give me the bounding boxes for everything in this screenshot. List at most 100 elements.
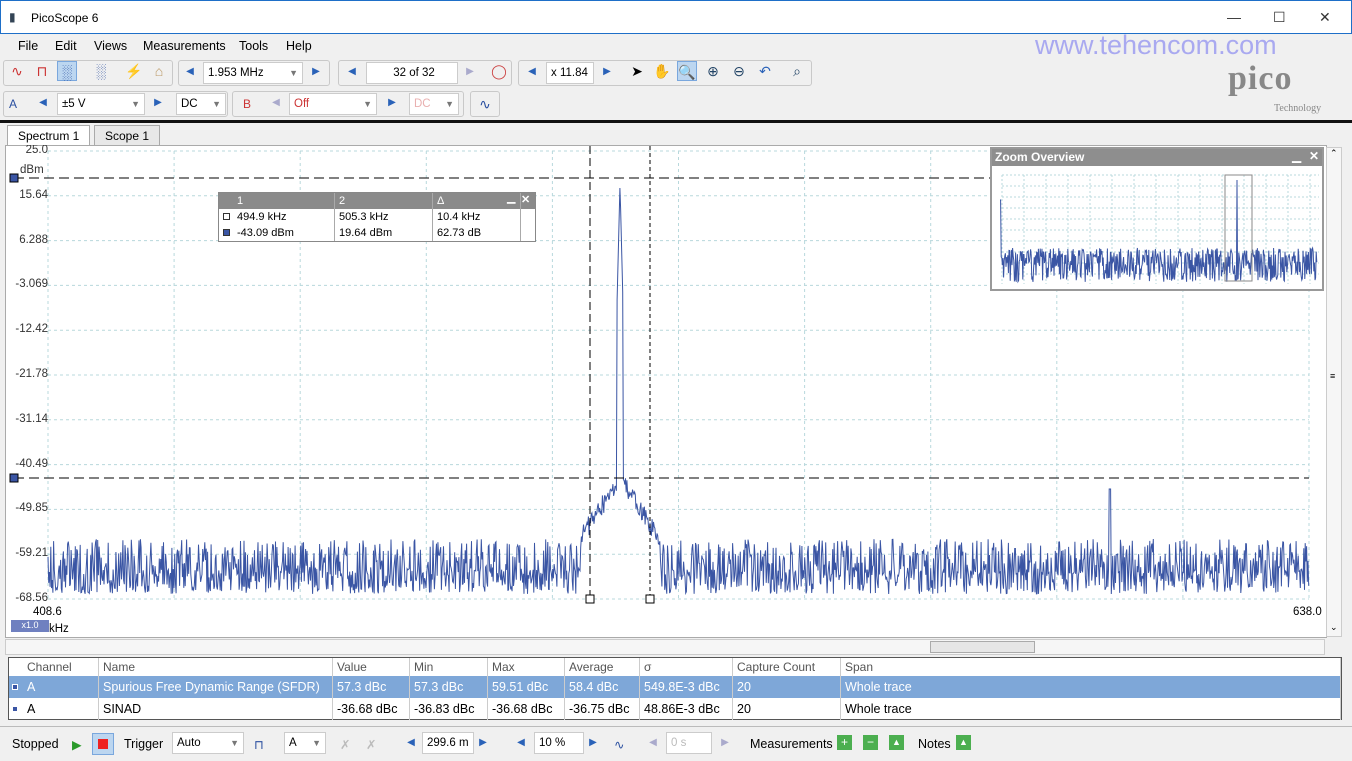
channel-b-range-increase[interactable]: ▶: [383, 92, 401, 114]
home-icon[interactable]: ⌂: [149, 61, 169, 81]
auto-setup-icon[interactable]: ⚡: [124, 61, 144, 81]
scroll-thumb[interactable]: ≡: [1330, 371, 1335, 381]
vertical-scrollbar[interactable]: ⌃ ≡ ⌄: [1326, 147, 1342, 637]
next-capture-button[interactable]: ▶: [461, 61, 479, 83]
pretrigger-increase[interactable]: ▶: [584, 732, 602, 754]
table-row[interactable]: A Spurious Free Dynamic Range (SFDR) 57.3 …: [9, 676, 1341, 698]
capture-index[interactable]: 32 of 32: [366, 62, 458, 84]
edit-measurement-button[interactable]: ▲: [889, 735, 904, 750]
tab-spectrum-1[interactable]: Spectrum 1: [7, 125, 91, 145]
timebase-field[interactable]: 299.6 m: [422, 732, 474, 754]
y-tick-label: 15.64: [19, 188, 48, 201]
table-cell: 20: [733, 698, 841, 720]
buffer-navigator-icon[interactable]: ◯: [489, 61, 509, 81]
span-select[interactable]: 1.953 MHz ▼: [203, 62, 303, 84]
maximize-button[interactable]: ☐: [1273, 9, 1286, 26]
signal-generator-button[interactable]: ∿: [470, 91, 500, 117]
channel-a-toolbar: A ◀ ±5 V ▼ ▶ DC ▼: [3, 91, 228, 117]
column-header: Value: [333, 658, 410, 676]
ruler-handle[interactable]: [585, 594, 595, 604]
channel-b-button[interactable]: B: [243, 97, 251, 111]
zoom-select-icon[interactable]: 🔍: [677, 61, 697, 81]
trigger-channel-select[interactable]: A ▼: [284, 732, 326, 754]
channel-a-range-decrease[interactable]: ◀: [34, 92, 52, 114]
start-button[interactable]: ▶: [72, 737, 82, 752]
zoom-overview-plot[interactable]: [997, 170, 1319, 288]
zoom-out-icon[interactable]: ⊖: [729, 61, 749, 81]
timebase-increase[interactable]: ▶: [474, 732, 492, 754]
scroll-up-icon[interactable]: ⌃: [1330, 148, 1338, 159]
minimize-icon[interactable]: ▁: [507, 191, 515, 204]
horizontal-scrollbar[interactable]: [5, 639, 1325, 655]
menu-edit[interactable]: Edit: [55, 39, 77, 53]
menu-file[interactable]: File: [18, 39, 38, 53]
horizontal-scroll-thumb[interactable]: [930, 641, 1035, 653]
y-tick-label: 25.0: [25, 144, 48, 156]
scope-mode-icon[interactable]: ∿: [7, 61, 27, 81]
ruler-value: 10.4 kHz: [433, 209, 521, 225]
channel-a-button[interactable]: A: [9, 97, 17, 111]
minimize-icon[interactable]: ▁: [1292, 149, 1301, 163]
y-tick-label: 6.288: [19, 233, 48, 246]
zoom-fit-icon[interactable]: ⌕: [787, 61, 807, 81]
y-tick-label: -49.85: [15, 502, 48, 515]
remove-measurement-button[interactable]: −: [863, 735, 878, 750]
pointer-icon[interactable]: ➤: [627, 61, 647, 81]
zoom-factor[interactable]: x 11.84: [546, 62, 594, 84]
table-cell: -36.75 dBc: [565, 698, 640, 720]
persistence-mode-icon[interactable]: ⊓: [32, 61, 52, 81]
channel-a-coupling-select[interactable]: DC ▼: [176, 93, 226, 115]
channel-b-range-select[interactable]: Off ▼: [289, 93, 377, 115]
trigger-clear-icon[interactable]: ✗: [366, 737, 376, 752]
close-icon[interactable]: ✕: [1309, 149, 1319, 163]
previous-capture-button[interactable]: ◀: [343, 61, 361, 83]
delay-decrease[interactable]: ◀: [644, 732, 662, 754]
ruler-handle[interactable]: [9, 173, 19, 183]
undo-zoom-icon[interactable]: ↶: [755, 61, 775, 81]
status-bar: Stopped ▶ Trigger Auto ▼ ⊓ A ▼ ✗ ✗ ◀ 299.6…: [0, 726, 1352, 761]
close-icon[interactable]: ✕: [521, 193, 530, 206]
delay-increase[interactable]: ▶: [716, 732, 734, 754]
minimize-button[interactable]: —: [1227, 9, 1241, 25]
menu-help[interactable]: Help: [286, 39, 312, 53]
zoom-overview-panel[interactable]: Zoom Overview ▁ ✕: [990, 147, 1324, 291]
table-cell: Spurious Free Dynamic Range (SFDR): [99, 676, 333, 698]
timebase-decrease[interactable]: ◀: [402, 732, 420, 754]
close-button[interactable]: ✕: [1319, 9, 1331, 26]
zoom-in-icon[interactable]: ⊕: [703, 61, 723, 81]
spectrum-options-icon[interactable]: ░: [91, 61, 111, 81]
column-header: Channel: [23, 658, 99, 676]
hand-icon[interactable]: ✋: [652, 61, 672, 81]
channel-a-range-select[interactable]: ±5 V ▼: [57, 93, 145, 115]
notes-toggle-button[interactable]: ▲: [956, 735, 971, 750]
trigger-edge-icon[interactable]: ⊓: [254, 737, 264, 752]
ruler-handle[interactable]: [645, 594, 655, 604]
span-decrease-button[interactable]: ◀: [181, 61, 199, 83]
menu-views[interactable]: Views: [94, 39, 127, 53]
ruler-legend[interactable]: 1 2 Δ 494.9 kHz 505.3 kHz 10.4 kHz -43.09 dBm 1…: [218, 192, 536, 242]
delay-field[interactable]: 0 s: [666, 732, 712, 754]
pretrigger-field[interactable]: 10 %: [534, 732, 584, 754]
tab-scope-1[interactable]: Scope 1: [94, 125, 161, 145]
zoom-increase-button[interactable]: ▶: [598, 61, 616, 83]
add-measurement-button[interactable]: +: [837, 735, 852, 750]
table-row[interactable]: A SINAD -36.68 dBc -36.83 dBc -36.68 dBc -36.…: [9, 698, 1341, 720]
spectrum-mode-icon[interactable]: ░: [57, 61, 77, 81]
zoom-decrease-button[interactable]: ◀: [523, 61, 541, 83]
divider: [0, 120, 1352, 123]
channel-a-range-increase[interactable]: ▶: [149, 92, 167, 114]
stop-button[interactable]: [92, 733, 114, 755]
menu-measurements[interactable]: Measurements: [143, 39, 226, 53]
menu-tools[interactable]: Tools: [239, 39, 268, 53]
table-cell: Whole trace: [841, 676, 1341, 698]
trigger-marker-icon[interactable]: ✗: [340, 737, 350, 752]
ruler-value: 505.3 kHz: [335, 209, 433, 225]
scroll-down-icon[interactable]: ⌄: [1330, 622, 1338, 633]
trigger-advanced-icon[interactable]: ∿: [614, 737, 624, 752]
channel-b-range-decrease[interactable]: ◀: [267, 92, 285, 114]
channel-b-coupling-select[interactable]: DC ▼: [409, 93, 459, 115]
span-increase-button[interactable]: ▶: [307, 61, 325, 83]
trigger-mode-select[interactable]: Auto ▼: [172, 732, 244, 754]
ruler-handle[interactable]: [9, 473, 19, 483]
pretrigger-decrease[interactable]: ◀: [512, 732, 530, 754]
